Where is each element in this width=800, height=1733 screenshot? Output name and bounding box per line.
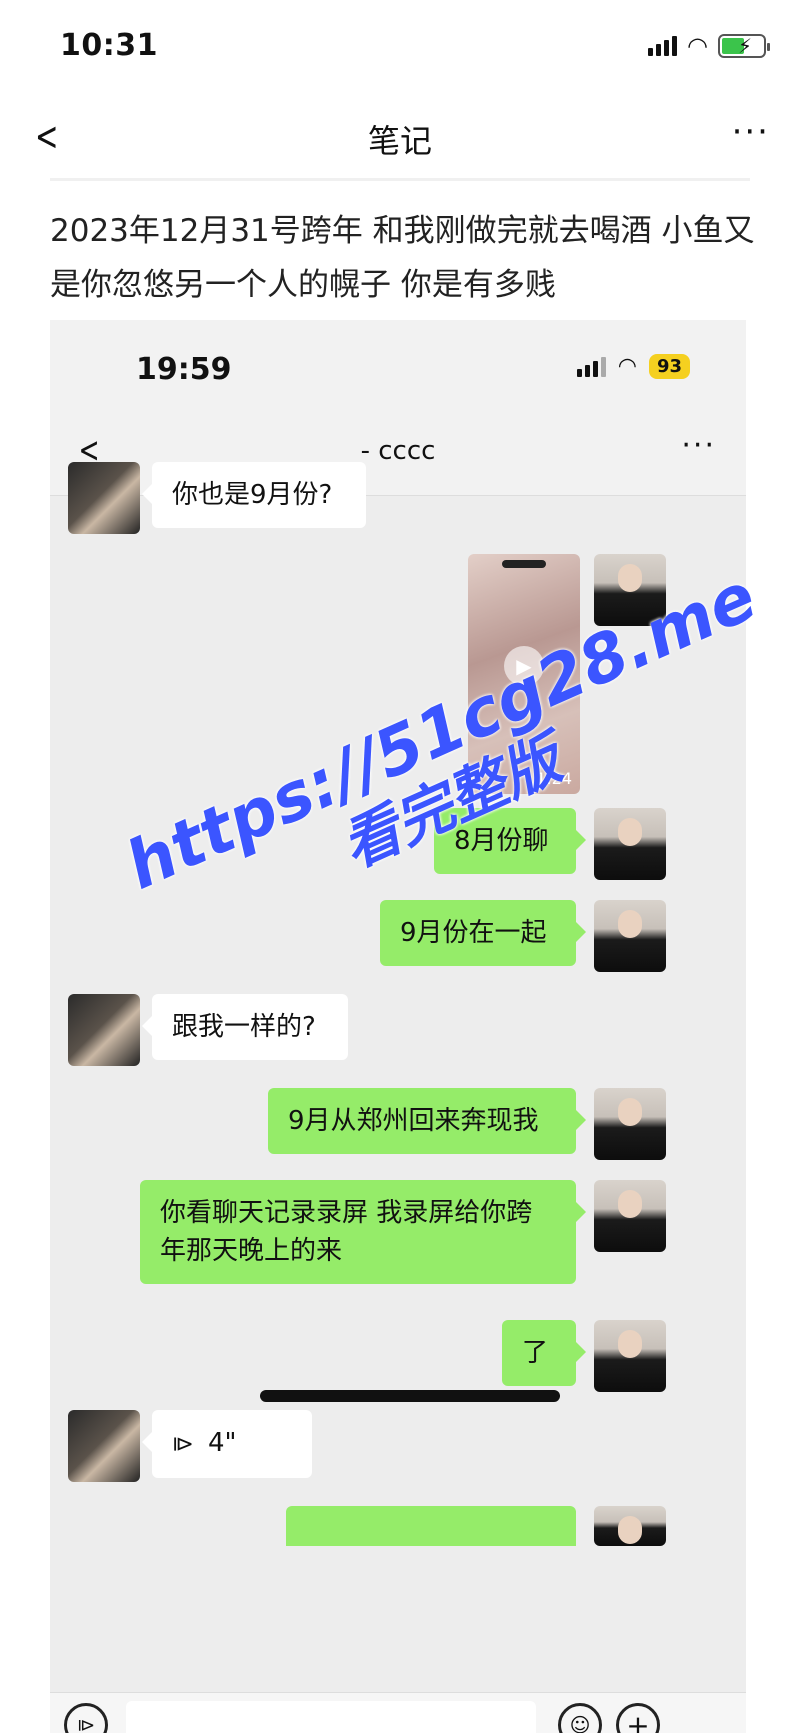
signal-icon xyxy=(648,36,678,56)
message-bubble: 9月从郑州回来奔现我 xyxy=(268,1088,586,1154)
video-message-thumbnail: ▶ 1:24 xyxy=(468,554,580,794)
video-phone-notch xyxy=(502,560,546,568)
avatar xyxy=(594,1088,666,1160)
screenshot-more-icon: ··· xyxy=(681,428,716,463)
message-bubble: 你看聊天记录录屏 我录屏给你跨年那天晚上的来 xyxy=(140,1180,586,1284)
wifi-icon: ◠ xyxy=(687,32,708,60)
home-indicator xyxy=(260,1390,560,1402)
message-bubble: 你也是9月份? xyxy=(142,462,366,528)
avatar xyxy=(68,462,140,534)
avatar xyxy=(68,994,140,1066)
avatar xyxy=(594,808,666,880)
avatar xyxy=(68,1410,140,1482)
avatar xyxy=(594,1506,666,1546)
screenshot-wifi-icon: ◠ xyxy=(617,354,637,379)
screenshot-chat-title: - cccc xyxy=(360,436,436,466)
video-duration: 1:24 xyxy=(536,769,572,788)
avatar xyxy=(594,554,666,626)
navigation-bar: < 笔记 ··· xyxy=(0,96,800,176)
voice-message-bubble: ⧐ 4" xyxy=(142,1410,312,1478)
chat-screenshot-image: 19:59 ◠ 93 < - cccc ··· 你也是9月份? ▶ 1:24 8… xyxy=(50,320,746,1733)
play-icon: ▶ xyxy=(504,646,544,686)
status-icons: ◠ ⚡ xyxy=(648,32,770,60)
battery-icon: ⚡ xyxy=(718,34,770,58)
nav-divider xyxy=(50,178,750,181)
status-bar: 10:31 ◠ ⚡ xyxy=(0,0,800,96)
message-bubble: 了 xyxy=(502,1320,586,1386)
emoji-icon: ☺ xyxy=(558,1703,602,1733)
message-bubble: 跟我一样的? xyxy=(142,994,348,1060)
screenshot-message-field xyxy=(126,1701,536,1733)
more-options-icon[interactable]: ··· xyxy=(732,112,770,152)
screenshot-input-bar: ⧐ ☺ + xyxy=(50,1692,746,1733)
avatar xyxy=(594,900,666,972)
note-text: 2023年12月31号跨年 和我刚做完就去喝酒 小鱼又是你忽悠另一个人的幌子 你… xyxy=(50,213,755,303)
screenshot-time: 19:59 xyxy=(136,352,232,387)
voice-duration: 4" xyxy=(208,1428,237,1458)
avatar xyxy=(594,1320,666,1392)
message-bubble: 8月份聊 xyxy=(434,808,586,874)
status-time: 10:31 xyxy=(60,28,158,63)
voice-input-icon: ⧐ xyxy=(64,1703,108,1733)
screenshot-status-bar: 19:59 ◠ 93 xyxy=(50,320,746,410)
message-bubble-partial xyxy=(286,1506,576,1546)
message-bubble: 9月份在一起 xyxy=(380,900,586,966)
screenshot-battery-badge: 93 xyxy=(648,354,690,379)
voice-wave-icon: ⧐ xyxy=(172,1432,194,1457)
page-title: 笔记 xyxy=(367,122,432,160)
plus-icon: + xyxy=(616,1703,660,1733)
screenshot-signal-icon xyxy=(576,356,606,377)
screenshot-status-icons: ◠ 93 xyxy=(576,354,690,379)
avatar xyxy=(594,1180,666,1252)
